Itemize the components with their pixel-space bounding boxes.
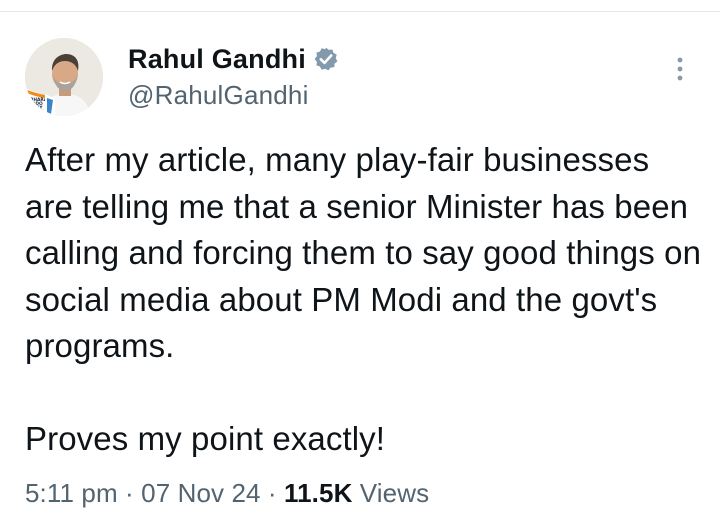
- views-count[interactable]: 11.5K: [284, 478, 352, 508]
- more-options-button[interactable]: [668, 52, 692, 88]
- tweet-meta: 5:11 pm · 07 Nov 24 · 11.5K Views: [25, 478, 429, 509]
- avatar[interactable]: BHARAT JODO NYAY YATRA: [25, 38, 103, 116]
- svg-text:NYAY: NYAY: [30, 105, 43, 111]
- more-vertical-icon: [677, 57, 683, 81]
- profile-photo-icon: BHARAT JODO NYAY YATRA: [25, 38, 103, 116]
- meta-separator: ·: [125, 478, 134, 508]
- verified-badge-icon[interactable]: [313, 46, 339, 72]
- author-handle[interactable]: @RahulGandhi: [128, 80, 339, 111]
- svg-text:YATRA: YATRA: [29, 109, 45, 114]
- views-label[interactable]: Views: [360, 478, 429, 508]
- tweet-date[interactable]: 07 Nov 24: [141, 478, 260, 508]
- tweet-author[interactable]: Rahul Gandhi @RahulGandhi: [128, 42, 339, 111]
- meta-separator: ·: [267, 478, 277, 508]
- author-display-name[interactable]: Rahul Gandhi: [128, 44, 306, 75]
- tweet-time[interactable]: 5:11 pm: [25, 478, 118, 508]
- tweet-paragraph: Proves my point exactly!: [25, 420, 386, 457]
- tweet-paragraph: After my article, many play-fair busines…: [25, 141, 702, 364]
- top-divider: [0, 0, 720, 12]
- tweet-text: After my article, many play-fair busines…: [25, 137, 705, 463]
